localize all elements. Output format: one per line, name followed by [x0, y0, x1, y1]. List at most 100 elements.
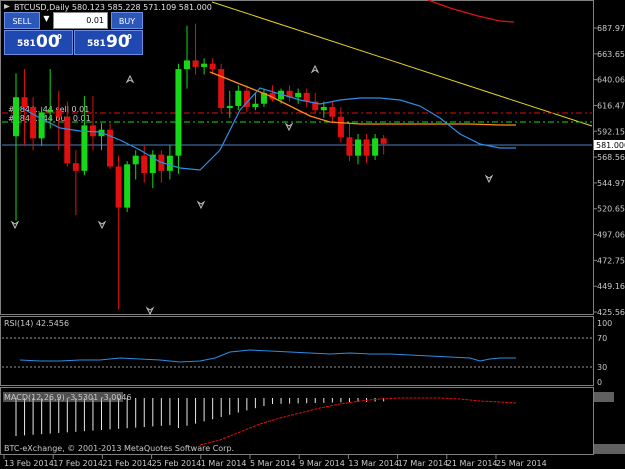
macd-axis-tag-bottom — [594, 444, 625, 454]
sell-button[interactable]: SELL — [4, 12, 40, 29]
date-axis-label: 25 Feb 2014 — [152, 459, 202, 468]
candle-body — [64, 116, 71, 164]
buy-button[interactable]: BUY — [111, 12, 143, 29]
date-axis-label: 13 Mar 2014 — [348, 459, 399, 468]
candle-body — [30, 106, 37, 139]
candle-body — [329, 106, 336, 117]
trendline — [211, 1, 593, 127]
order-label-buy: #0844...44 buy 0.01 — [8, 114, 91, 123]
sell-price-box[interactable]: 581 00 0 — [4, 30, 73, 55]
lot-size-input[interactable] — [53, 12, 108, 29]
candle-body — [13, 97, 19, 137]
price-axis-label: 616.470 — [597, 101, 625, 110]
rsi-level-30-label: 30 — [597, 363, 607, 372]
price-axis-label: 663.650 — [597, 50, 625, 59]
lot-down-icon[interactable]: ▼ — [41, 14, 52, 27]
price-axis-label: 497.065 — [597, 231, 625, 240]
date-axis-label: 9 Mar 2014 — [299, 459, 345, 468]
candle-body — [21, 97, 28, 107]
candle-body — [303, 92, 310, 102]
candle-body — [218, 69, 225, 109]
buy-price-box[interactable]: 581 90 0 — [74, 30, 143, 55]
candle-body — [47, 110, 54, 113]
candle-body — [209, 63, 216, 70]
price-axis-label: 449.160 — [597, 282, 625, 291]
candle-body — [55, 110, 62, 117]
rsi-panel-frame — [0, 316, 594, 386]
date-axis-label: 25 Mar 2014 — [496, 459, 547, 468]
fractal-down-icon — [284, 122, 294, 132]
candle-body — [192, 60, 199, 67]
order-label-sell: #0844...44 sell 0.01 — [8, 105, 89, 114]
sell-price-sup: 0 — [57, 33, 62, 41]
chart-title: BTCUSD,Daily 580.123 585.228 571.109 581… — [14, 3, 212, 12]
macd-histogram — [15, 398, 385, 436]
candles-group — [13, 23, 387, 310]
date-axis-label: 1 Mar 2014 — [201, 459, 247, 468]
candle-body — [235, 90, 242, 106]
date-axis-label: 17 Mar 2014 — [398, 459, 449, 468]
candle-body — [124, 164, 131, 208]
rsi-title: RSI(14) 42.5456 — [4, 319, 69, 328]
candle-body — [38, 112, 45, 139]
candle-body — [295, 92, 302, 98]
price-axis-label: 687.970 — [597, 24, 625, 33]
price-axis-label: 520.655 — [597, 205, 625, 214]
date-axis-label: 5 Mar 2014 — [250, 459, 296, 468]
one-click-trade-panel: SELL ▼ BUY 581 00 0 581 90 0 — [4, 12, 143, 55]
date-axis-label: 21 Mar 2014 — [447, 459, 498, 468]
candle-body — [175, 69, 182, 156]
fractal-down-icon — [145, 306, 155, 316]
price-axis: 687.970 663.650 640.065 616.470 592.155 568.5… — [593, 24, 625, 317]
price-axis-label: 640.065 — [597, 76, 625, 85]
price-axis-label: 544.970 — [597, 179, 625, 188]
fractal-up-icon — [125, 74, 135, 84]
candle-body — [115, 166, 122, 208]
price-chart[interactable]: BTCUSD,Daily 580.123 585.228 571.109 581… — [0, 0, 625, 469]
candle-body — [81, 125, 88, 171]
date-axis-label: 13 Feb 2014 — [4, 459, 54, 468]
price-axis-label: 425.565 — [597, 308, 625, 317]
candle-body — [201, 63, 208, 67]
current-price-label: 581.000 — [596, 141, 625, 150]
fractal-down-icon — [196, 200, 206, 210]
fractal-up-icon — [310, 64, 320, 74]
candle-body — [337, 116, 344, 138]
rsi-level-0-label: 0 — [597, 378, 602, 387]
macd-axis-tag-top — [594, 392, 614, 402]
candle-body — [320, 106, 327, 111]
candle-body — [346, 137, 353, 156]
footer-copyright: BTC-eXchange, © 2001-2013 MetaQuotes Sof… — [4, 444, 234, 453]
chart-area[interactable]: BTCUSD,Daily 580.123 585.228 571.109 581… — [0, 0, 625, 469]
sell-price-prefix: 581 — [17, 39, 36, 49]
candle-body — [72, 163, 79, 171]
rsi-line — [19, 349, 516, 363]
price-axis-label: 568.565 — [597, 153, 625, 162]
candle-body — [380, 138, 387, 144]
candle-body — [372, 138, 379, 156]
candle-body — [141, 155, 148, 173]
candle-body — [355, 139, 361, 156]
candle-body — [184, 60, 190, 70]
date-axis-label: 17 Feb 2014 — [53, 459, 103, 468]
rsi-level-100-label: 100 — [597, 319, 612, 328]
buy-price-prefix: 581 — [87, 39, 106, 49]
date-axis: 13 Feb 2014 17 Feb 2014 21 Feb 2014 25 Feb … — [3, 455, 547, 468]
candle-body — [252, 103, 259, 107]
buy-price-sup: 0 — [127, 33, 132, 41]
rsi-level-70-label: 70 — [597, 334, 607, 343]
candle-body — [363, 139, 370, 156]
price-axis-label: 592.155 — [597, 127, 625, 136]
price-axis-label: 472.755 — [597, 256, 625, 265]
date-axis-label: 21 Feb 2014 — [102, 459, 152, 468]
candle-body — [89, 125, 96, 137]
ma-top-line — [427, 0, 515, 23]
candle-body — [166, 155, 173, 171]
fractal-down-icon — [484, 174, 494, 184]
macd-title: MACD(12,26,9) -3.5301 -3.0046 — [4, 393, 132, 402]
title-arrow-icon — [4, 4, 10, 9]
fractal-up-icon — [10, 220, 20, 230]
fractal-down-icon — [97, 220, 107, 230]
candle-body — [132, 155, 139, 165]
macd-signal-line — [199, 397, 517, 446]
